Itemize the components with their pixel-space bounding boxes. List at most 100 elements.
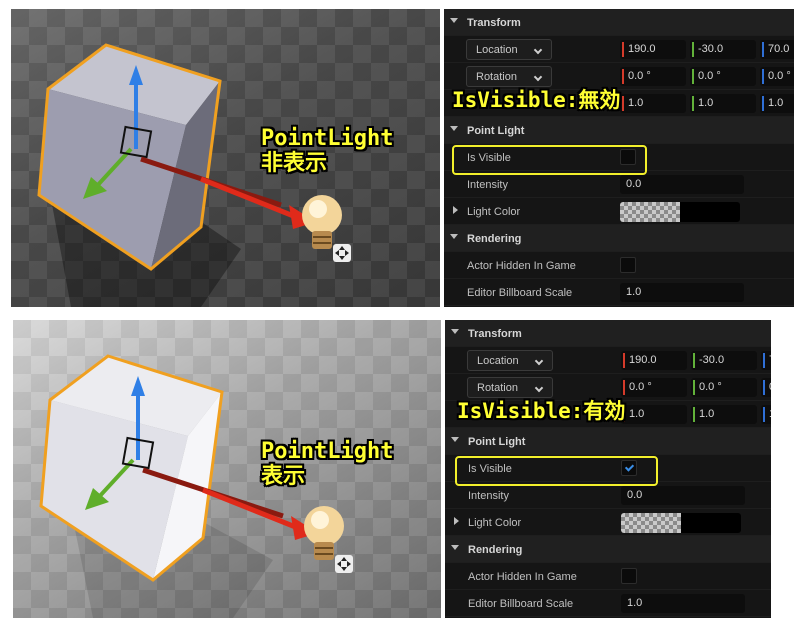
- category-label: Point Light: [467, 125, 525, 137]
- cube-mesh[interactable]: [39, 354, 224, 582]
- location-x-field[interactable]: 190.0: [621, 351, 687, 370]
- chevron-down-icon: [451, 437, 459, 442]
- chevron-down-icon: [534, 383, 544, 393]
- location-dropdown[interactable]: Location: [467, 350, 553, 371]
- light-color-row: Light Color: [444, 198, 794, 225]
- viewport-scene: [39, 354, 353, 618]
- billboard-label: Editor Billboard Scale: [467, 287, 573, 299]
- light-color-label: Light Color: [468, 517, 522, 529]
- location-row: Location 190.0 -30.0 70.0: [444, 36, 794, 63]
- category-label: Rendering: [468, 544, 523, 556]
- value: 1.0: [628, 97, 644, 109]
- dropdown-label: Location: [477, 355, 519, 367]
- scale-z-field[interactable]: 1.0: [760, 94, 794, 113]
- value: 1.0: [768, 97, 784, 109]
- location-y-field[interactable]: -30.0: [691, 351, 757, 370]
- chevron-down-icon: [534, 356, 544, 366]
- viewport-scene: [37, 43, 351, 307]
- level-viewport[interactable]: PointLight 非表示: [11, 9, 440, 307]
- billboard-field[interactable]: 1.0: [620, 283, 744, 302]
- value: 0.0 °: [768, 70, 791, 82]
- chevron-right-icon[interactable]: [454, 517, 459, 525]
- scale-x-field[interactable]: 1.0: [621, 405, 687, 424]
- category-point-light[interactable]: Point Light: [444, 117, 794, 144]
- category-label: Transform: [468, 328, 522, 340]
- value: 1.0: [698, 97, 714, 109]
- location-z-field[interactable]: 70.0: [760, 40, 794, 59]
- actor-hidden-checkbox[interactable]: [620, 257, 636, 273]
- value: 0.0 °: [699, 381, 722, 393]
- actor-hidden-row: Actor Hidden In Game: [444, 252, 794, 279]
- is-visible-highlight: [452, 145, 647, 175]
- actor-hidden-label: Actor Hidden In Game: [467, 260, 576, 272]
- billboard-field[interactable]: 1.0: [621, 594, 745, 613]
- chevron-down-icon: [533, 72, 543, 82]
- light-color-label: Light Color: [467, 206, 521, 218]
- value: 1.0: [629, 408, 645, 420]
- category-label: Rendering: [467, 233, 522, 245]
- details-panel: Transform Location 190.0 -30.0 7 Rotatio…: [445, 320, 771, 618]
- rotation-row: Rotation 0.0 ° 0.0 ° 0: [445, 374, 771, 401]
- actor-hidden-checkbox[interactable]: [621, 568, 637, 584]
- rotation-dropdown[interactable]: Rotation: [467, 377, 553, 398]
- intensity-field[interactable]: 0.0: [621, 486, 745, 505]
- rotation-dropdown[interactable]: Rotation: [466, 66, 552, 87]
- lightbulb-icon[interactable]: [304, 506, 353, 573]
- annotation-light-line2: 表示: [261, 464, 306, 489]
- annotation-visible: IsVisible:有効: [457, 399, 626, 423]
- location-y-field[interactable]: -30.0: [690, 40, 756, 59]
- intensity-field[interactable]: 0.0: [620, 175, 744, 194]
- annotation-light-line1: PointLight: [261, 126, 394, 151]
- value: 190.0: [629, 354, 657, 366]
- location-z-field[interactable]: 7: [761, 351, 771, 370]
- value: 0.0 °: [628, 70, 651, 82]
- rotation-row: Rotation 0.0 ° 0.0 ° 0.0 °: [444, 63, 794, 90]
- value: 7: [769, 354, 771, 366]
- rotation-z-field[interactable]: 0: [761, 378, 771, 397]
- chevron-down-icon: [450, 234, 458, 239]
- light-color-swatch[interactable]: [620, 202, 740, 222]
- value: 0: [769, 381, 771, 393]
- annotation-light-line1: PointLight: [261, 439, 394, 464]
- category-label: Transform: [467, 17, 521, 29]
- value: 0.0 °: [698, 70, 721, 82]
- intensity-label: Intensity: [467, 179, 508, 191]
- chevron-down-icon: [451, 329, 459, 334]
- lightbulb-icon[interactable]: [302, 195, 351, 262]
- dropdown-label: Location: [476, 44, 518, 56]
- chevron-right-icon[interactable]: [453, 206, 458, 214]
- value: 190.0: [628, 43, 656, 55]
- scale-z-field[interactable]: 1: [761, 405, 771, 424]
- rotation-z-field[interactable]: 0.0 °: [760, 67, 794, 86]
- rotation-x-field[interactable]: 0.0 °: [620, 67, 686, 86]
- light-color-row: Light Color: [445, 509, 771, 536]
- billboard-row: Editor Billboard Scale 1.0: [445, 590, 771, 617]
- value: -30.0: [698, 43, 724, 55]
- intensity-row: Intensity 0.0: [444, 171, 794, 198]
- actor-hidden-label: Actor Hidden In Game: [468, 571, 577, 583]
- value: -30.0: [699, 354, 725, 366]
- category-rendering[interactable]: Rendering: [445, 536, 771, 563]
- annotation-visible: IsVisible:無効: [452, 88, 621, 112]
- actor-hidden-row: Actor Hidden In Game: [445, 563, 771, 590]
- location-x-field[interactable]: 190.0: [620, 40, 686, 59]
- category-rendering[interactable]: Rendering: [444, 225, 794, 252]
- category-transform[interactable]: Transform: [445, 320, 771, 347]
- level-viewport[interactable]: PointLight 表示: [13, 320, 441, 618]
- category-point-light[interactable]: Point Light: [445, 428, 771, 455]
- scale-x-field[interactable]: 1.0: [620, 94, 686, 113]
- rotation-y-field[interactable]: 0.0 °: [691, 378, 757, 397]
- comparison-hidden-panel: PointLight 非表示 Transform Location 190.0 …: [0, 0, 802, 309]
- location-dropdown[interactable]: Location: [466, 39, 552, 60]
- category-transform[interactable]: Transform: [444, 9, 794, 36]
- comparison-visible-panel: PointLight 表示 Transform Location 190.0 -…: [0, 309, 802, 618]
- chevron-down-icon: [533, 45, 543, 55]
- rotation-x-field[interactable]: 0.0 °: [621, 378, 687, 397]
- light-color-swatch[interactable]: [621, 513, 741, 533]
- details-panel: Transform Location 190.0 -30.0 70.0 Rota…: [444, 9, 794, 307]
- scale-y-field[interactable]: 1.0: [690, 94, 756, 113]
- rotation-y-field[interactable]: 0.0 °: [690, 67, 756, 86]
- intensity-row: Intensity 0.0: [445, 482, 771, 509]
- location-row: Location 190.0 -30.0 7: [445, 347, 771, 374]
- scale-y-field[interactable]: 1.0: [691, 405, 757, 424]
